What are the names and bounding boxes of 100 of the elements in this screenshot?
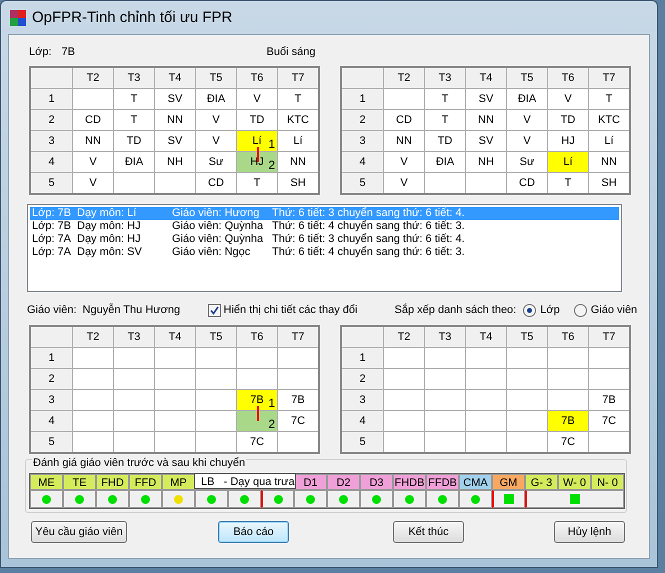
list-item[interactable]: Lớp: 7B Dạy môn: HJ Giáo viên: Quỳnha Thứ: 6 tiết: 4 chuyển sang thứ: 6 tiết: 3.: [30, 220, 619, 233]
row-header: 5: [341, 432, 384, 453]
list-item[interactable]: Lớp: 7A Dạy môn: HJ Giáo viên: Quỳnha Thứ: 6 tiết: 3 chuyển sang thứ: 6 tiết: 4.: [30, 233, 619, 246]
table-cell: T: [424, 110, 466, 130]
dialog-button[interactable]: Kết thúc: [393, 521, 464, 543]
sort-label: Sắp xếp danh sách theo:: [394, 304, 516, 316]
table-cell: NH: [466, 152, 506, 172]
column-header: T5: [196, 67, 236, 88]
row-header: 3: [341, 130, 384, 152]
criterion-header: GM: [492, 474, 525, 490]
row-header: 4: [30, 410, 72, 432]
row-header: 1: [341, 348, 384, 368]
row-header: 5: [341, 172, 384, 194]
table-cell: ĐIA: [506, 88, 548, 110]
criterion-header: ME: [30, 474, 63, 490]
row-header: 5: [30, 432, 72, 453]
dialog-button[interactable]: Yêu cầu giáo viên: [31, 521, 127, 543]
table-cell: CD: [72, 110, 114, 130]
radio-button[interactable]: [574, 304, 587, 316]
table-cell: ĐIA: [196, 88, 236, 110]
table-cell: CD: [384, 110, 424, 130]
teacher-label: Giáo viên:: [27, 304, 77, 316]
table-cell: V: [548, 88, 588, 110]
table-cell: ĐIA: [114, 152, 154, 172]
column-header: T3: [114, 67, 154, 88]
criterion-header: FHDB: [393, 474, 426, 490]
table-cell: SV: [466, 130, 506, 152]
column-header: T2: [72, 67, 114, 88]
window-title: OpFPR-Tinh chỉnh tối ưu FPR: [32, 9, 232, 26]
row-header: 4: [30, 152, 72, 172]
column-header: T7: [278, 67, 319, 88]
row-header: 1: [30, 348, 72, 368]
column-header: T5: [506, 67, 548, 88]
column-header: T4: [154, 67, 196, 88]
row-header: 1: [341, 88, 384, 110]
table-cell: TD: [548, 110, 588, 130]
column-header: T2: [384, 326, 424, 348]
group-title: Đánh giá giáo viên trước và sau khi chuyển: [32, 457, 246, 469]
table-cell: TD: [424, 130, 466, 152]
row-header: 4: [341, 152, 384, 172]
cell-text: 7B: [250, 394, 264, 406]
criterion-header: FHD: [96, 474, 129, 490]
row-header: 2: [30, 110, 72, 130]
column-header: T3: [114, 326, 154, 348]
column-header: T6: [548, 326, 588, 348]
teacher-name: Nguyễn Thu Hương: [82, 304, 182, 316]
cell-number: 1: [268, 137, 275, 151]
table-cell: NN: [466, 110, 506, 130]
column-header: T7: [588, 326, 630, 348]
row-header: 3: [30, 390, 72, 410]
dialog-button[interactable]: Báo cáo: [218, 521, 289, 543]
column-header: T3: [424, 67, 466, 88]
criterion-header: FFDB: [426, 474, 459, 490]
criterion-header: FFD: [129, 474, 162, 490]
table-cell: NN: [72, 130, 114, 152]
radio-label: Lớp: [540, 304, 560, 316]
criterion-header: MP: [162, 474, 195, 490]
table-cell: ĐIA: [424, 152, 466, 172]
table-cell: SV: [154, 88, 196, 110]
row-header: 5: [30, 172, 72, 194]
criterion-header: CMA: [459, 474, 492, 490]
column-header: T4: [466, 326, 506, 348]
criterion-header: W- 0: [558, 474, 591, 490]
column-header: T7: [278, 326, 319, 348]
column-header: T3: [424, 326, 466, 348]
row-header: 3: [30, 130, 72, 152]
radio-label: Giáo viên: [590, 304, 638, 316]
checkbox-label: Hiển thị chi tiết các thay đổi: [224, 304, 358, 316]
criterion-header: D1: [294, 474, 327, 490]
column-header: T6: [236, 67, 278, 88]
table-cell: V: [506, 130, 548, 152]
row-header: 3: [341, 390, 384, 410]
cell-text: Lí: [563, 156, 573, 168]
criterion-header: G- 3: [525, 474, 558, 490]
column-header: T2: [72, 326, 114, 348]
row-header: 2: [341, 110, 384, 130]
cell-number: 1: [268, 396, 275, 410]
row-header: 1: [30, 88, 72, 110]
row-header: 2: [30, 368, 72, 390]
column-header: T7: [588, 67, 630, 88]
criterion-header: N- 0: [591, 474, 624, 490]
criterion-header: D2: [327, 474, 360, 490]
table-cell: SV: [154, 130, 196, 152]
column-header: T2: [384, 67, 424, 88]
cell-number: 2: [268, 417, 275, 431]
cell-text: 7B: [561, 415, 575, 427]
cell-number: 2: [268, 158, 275, 172]
dialog-button[interactable]: Hủy lệnh: [554, 521, 625, 543]
checkbox[interactable]: [208, 304, 221, 316]
class-value: 7B: [62, 46, 76, 58]
table-cell: NH: [154, 152, 196, 172]
table-cell: V: [72, 152, 114, 172]
column-header: T6: [236, 326, 278, 348]
radio-button[interactable]: [523, 304, 536, 316]
table-cell: NN: [384, 130, 424, 152]
table-cell: NN: [154, 110, 196, 130]
column-header: T4: [466, 67, 506, 88]
criterion-header: TE: [63, 474, 96, 490]
list-item[interactable]: Lớp: 7A Dạy môn: SV Giáo viên: Ngọc Thứ: 6 tiết: 4 chuyển sang thứ: 6 tiết: 3.: [30, 246, 619, 259]
table-cell: T: [114, 110, 154, 130]
